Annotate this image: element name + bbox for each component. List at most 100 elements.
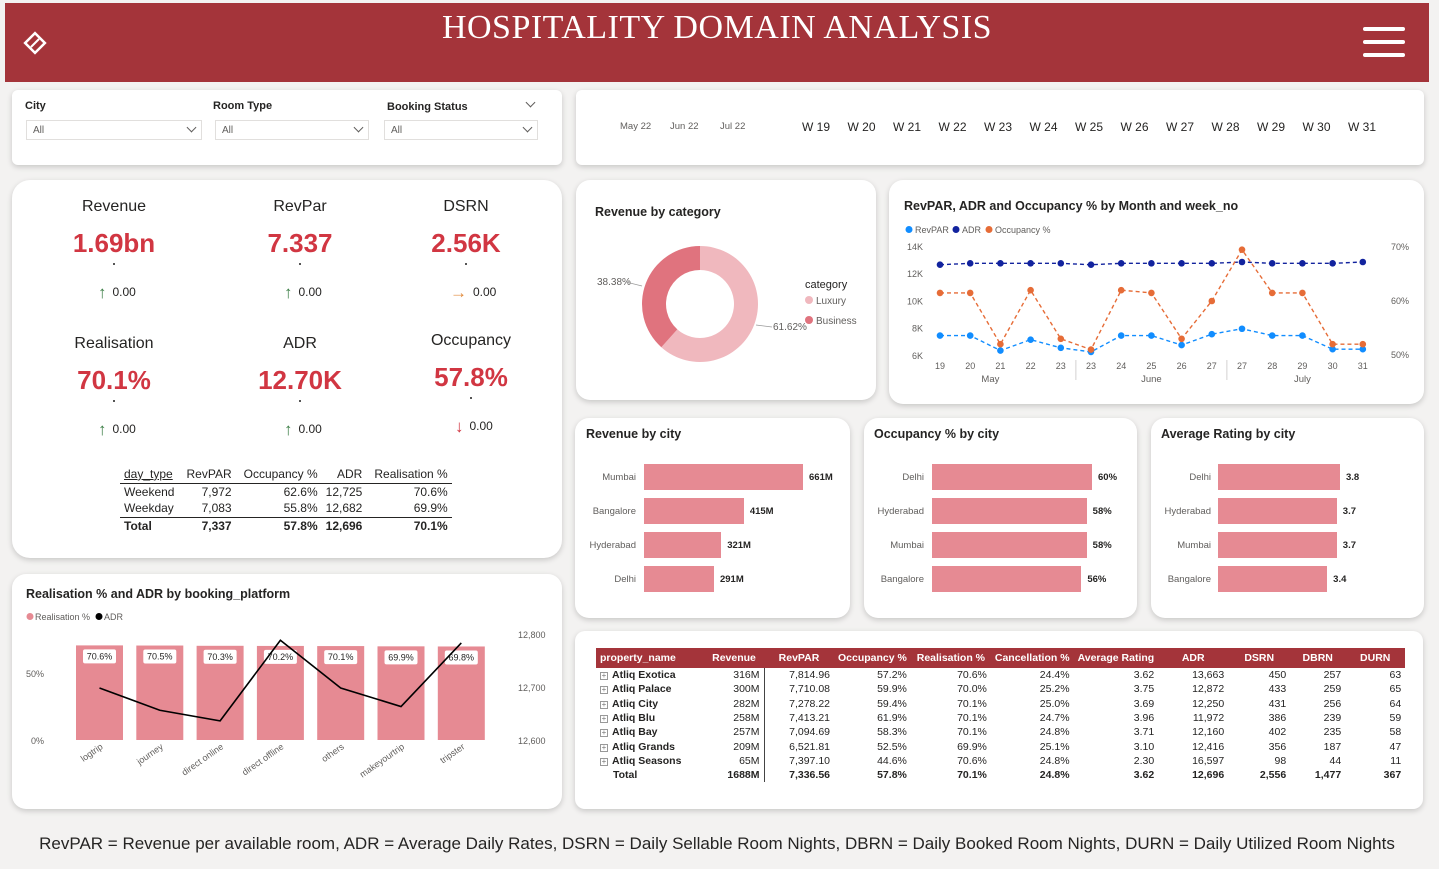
table-cell: 57.8% <box>235 516 322 534</box>
property-name: Atliq Palace <box>612 683 672 696</box>
line-chart[interactable]: RevPAR ADR Occupancy % 14K 12K 10K 8K 6K 70% 60% 5… <box>889 180 1424 404</box>
table-cell: 3.96 <box>1133 712 1155 725</box>
bar-data-label: 3.7 <box>1342 540 1356 551</box>
bar[interactable] <box>644 566 714 592</box>
column-header[interactable]: day_type <box>120 465 179 484</box>
timeline-month-button[interactable]: Jul 22 <box>720 121 745 132</box>
table-row[interactable]: + Atliq Seasons 65M 7,397.10 44.6% 70.6% 24.8%… <box>596 753 1405 769</box>
column-header[interactable]: Cancellation % <box>990 648 1074 668</box>
column-header[interactable]: Revenue <box>704 648 764 668</box>
column-header[interactable]: Realisation % <box>910 648 991 668</box>
timeline-month-button[interactable]: May 22 <box>620 121 651 132</box>
bar-data-label: 60% <box>1098 472 1118 483</box>
bar[interactable] <box>1218 532 1337 558</box>
x-axis-tick-label: 27 <box>1207 361 1217 371</box>
timeline-week-button[interactable]: W 22 <box>939 120 967 134</box>
bar-data-label: 415M <box>749 506 774 517</box>
page-title: HOSPITALITY DOMAIN ANALYSIS <box>441 9 993 46</box>
bar[interactable] <box>1218 498 1337 524</box>
x-axis-tick-label: 26 <box>1177 361 1187 371</box>
expand-icon[interactable]: + <box>600 686 608 695</box>
expand-icon[interactable]: + <box>600 700 608 709</box>
column-header[interactable]: Average Rating <box>1073 648 1159 668</box>
donut-chart[interactable]: 38.38% 61.62% category Luxury Business <box>576 180 876 400</box>
expand-icon[interactable]: + <box>600 715 608 724</box>
table-cell: 61.9% <box>877 712 907 725</box>
data-point <box>1299 289 1306 297</box>
city-filter-value: All <box>33 125 45 136</box>
timeline-week-button[interactable]: W 29 <box>1257 120 1285 134</box>
header-bar: HOSPITALITY DOMAIN ANALYSIS <box>5 3 1429 82</box>
bar[interactable] <box>644 532 722 558</box>
hamburger-menu-icon[interactable] <box>1363 27 1405 66</box>
column-header[interactable]: ADR <box>1158 648 1229 668</box>
column-header[interactable]: DSRN <box>1228 648 1291 668</box>
kpi-label-realisation: Realisation <box>74 335 154 352</box>
timeline-week-button[interactable]: W 19 <box>802 120 830 134</box>
column-header[interactable]: Occupancy % <box>834 648 911 668</box>
column-header[interactable]: RevPAR <box>764 648 834 668</box>
data-point <box>1148 289 1155 297</box>
table-row[interactable]: + Atliq Blu 258M 7,413.21 61.9% 70.1% 24.7% 3.9… <box>596 710 1405 726</box>
column-header[interactable]: RevPAR <box>178 465 236 484</box>
timeline-week-button[interactable]: W 27 <box>1166 120 1194 134</box>
bar[interactable] <box>1218 464 1340 490</box>
expand-icon[interactable]: + <box>600 729 608 738</box>
timeline-week-button[interactable]: W 30 <box>1303 120 1331 134</box>
table-row[interactable]: + Atliq Exotica 316M 7,814.96 57.2% 70.6% 24.4… <box>596 668 1405 683</box>
bar[interactable] <box>644 498 744 524</box>
table-cell: 300M <box>704 682 765 697</box>
bar[interactable] <box>644 464 803 490</box>
bar-category-label: Bangalore <box>1167 574 1211 585</box>
table-row[interactable]: + Atliq Bay 257M 7,094.69 58.3% 70.1% 24.8% 3.7… <box>596 725 1405 740</box>
room-type-filter-dropdown[interactable]: All <box>215 120 369 140</box>
bar[interactable] <box>932 532 1087 558</box>
table-row[interactable]: + Atliq City 282M 7,278.22 59.4% 70.1% 25.0% 3.… <box>596 696 1405 711</box>
table-row[interactable]: + Atliq Palace 300M 7,710.08 59.9% 70.0% 25.2%… <box>596 682 1405 697</box>
table-cell: 7,814.96 <box>789 669 830 682</box>
timeline-week-button[interactable]: W 25 <box>1075 120 1103 134</box>
trend-right-arrow-icon: → <box>450 283 467 302</box>
bar[interactable] <box>1218 566 1328 592</box>
column-header[interactable]: ADR <box>321 465 367 484</box>
timeline-month-button[interactable]: Jun 22 <box>670 121 699 132</box>
expand-icon[interactable]: + <box>600 757 608 766</box>
column-header[interactable]: DBRN <box>1290 648 1346 668</box>
table-cell: 433 <box>1268 683 1287 696</box>
bar[interactable] <box>932 498 1087 524</box>
chevron-down-icon <box>186 122 197 133</box>
y2-axis-tick-label: 70% <box>1391 242 1409 252</box>
bar[interactable] <box>932 464 1092 490</box>
kpi-delta-value: 0.00 <box>112 285 136 299</box>
timeline-week-button[interactable]: W 28 <box>1212 120 1240 134</box>
chevron-down-icon[interactable] <box>525 97 536 108</box>
combo-chart[interactable]: Realisation % ADR 50% 0% 12,800 12,700 12,600 7… <box>12 574 562 809</box>
legend-marker <box>952 226 960 233</box>
expand-icon[interactable]: + <box>600 743 608 752</box>
y-axis-tick-label: 14K <box>907 242 923 252</box>
expand-icon[interactable]: + <box>600 672 608 681</box>
column-header[interactable]: property_name <box>596 648 704 668</box>
timeline-week-button[interactable]: W 20 <box>848 120 876 134</box>
table-cell: 257 <box>1323 669 1342 682</box>
booking-status-filter-dropdown[interactable]: All <box>384 120 538 140</box>
column-header[interactable]: DURN <box>1345 648 1406 668</box>
bar-category-label: Hyderabad <box>589 540 636 551</box>
x-axis-group-label: May <box>981 374 999 385</box>
table-cell: 1688M <box>704 768 765 783</box>
timeline-week-button[interactable]: W 26 <box>1121 120 1149 134</box>
timeline-week-button[interactable]: W 23 <box>984 120 1012 134</box>
booking-platform-chart: Realisation % and ADR by booking_platfor… <box>12 574 562 809</box>
column-header[interactable]: Occupancy % <box>235 465 322 484</box>
legend-item: ADR <box>104 612 124 622</box>
x-axis-tick-label: direct offline <box>240 741 285 777</box>
kpi-label-dsrn: DSRN <box>443 198 489 215</box>
timeline-week-button[interactable]: W 21 <box>893 120 921 134</box>
city-filter-dropdown[interactable]: All <box>26 120 202 140</box>
table-row[interactable]: + Atliq Grands 209M 6,521.81 52.5% 69.9% 25.1%… <box>596 739 1405 754</box>
timeline-week-button[interactable]: W 31 <box>1348 120 1376 134</box>
bar[interactable] <box>932 566 1082 592</box>
timeline-week-button[interactable]: W 24 <box>1030 120 1058 134</box>
kpi-value-revenue: 1.69bn <box>72 228 156 258</box>
column-header[interactable]: Realisation % <box>366 465 452 484</box>
